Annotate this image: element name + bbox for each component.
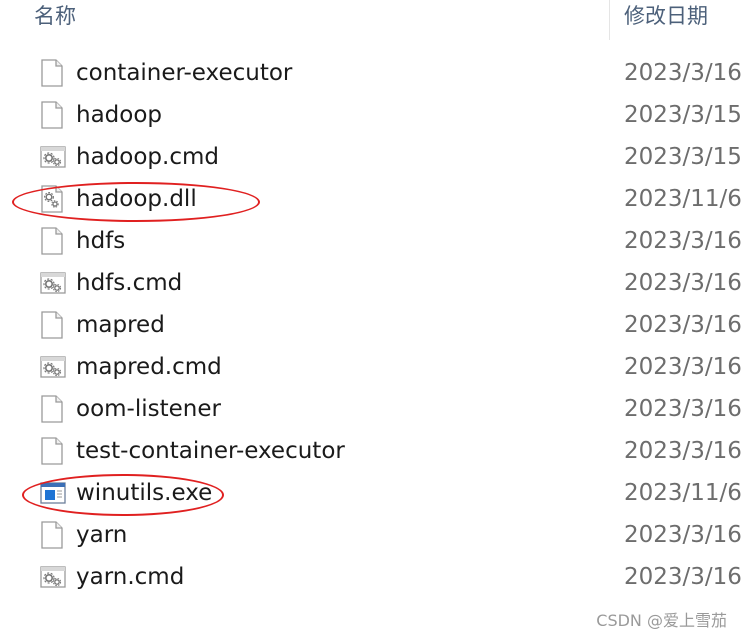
- file-date: 2023/3/16: [624, 354, 741, 380]
- file-date: 2023/11/6: [624, 186, 741, 212]
- file-row[interactable]: yarn.cmd 2023/3/16: [0, 556, 741, 598]
- file-name: winutils.exe: [76, 480, 213, 506]
- file-row[interactable]: winutils.exe 2023/11/6: [0, 472, 741, 514]
- file-name: hdfs.cmd: [76, 270, 183, 296]
- file-row[interactable]: hdfs 2023/3/16: [0, 220, 741, 262]
- file-row[interactable]: hadoop.cmd 2023/3/15: [0, 136, 741, 178]
- file-date: 2023/3/16: [624, 228, 741, 254]
- blank-file-icon: [40, 101, 64, 129]
- file-row[interactable]: mapred 2023/3/16: [0, 304, 741, 346]
- file-name: hadoop: [76, 102, 163, 128]
- file-row[interactable]: hadoop 2023/3/15: [0, 94, 741, 136]
- blank-file-icon: [40, 395, 64, 423]
- date-modified-column-header[interactable]: 修改日期: [624, 0, 708, 32]
- file-row[interactable]: test-container-executor 2023/3/16: [0, 430, 741, 472]
- file-row[interactable]: container-executor 2023/3/16: [0, 52, 741, 94]
- file-name: hdfs: [76, 228, 126, 254]
- watermark: CSDN @爱上雪茄: [596, 611, 727, 630]
- file-date: 2023/3/16: [624, 438, 741, 464]
- blank-file-icon: [40, 521, 64, 549]
- column-divider[interactable]: [609, 0, 610, 40]
- file-explorer: 名称 修改日期 container-executor 2023/3/16 had…: [0, 0, 741, 637]
- blank-file-icon: [40, 437, 64, 465]
- file-date: 2023/3/16: [624, 522, 741, 548]
- exe-window-icon: [40, 479, 66, 507]
- gear-file-icon: [40, 143, 66, 171]
- file-date: 2023/3/16: [624, 564, 741, 590]
- name-column-header[interactable]: 名称: [34, 0, 76, 32]
- column-header-bar: 名称 修改日期: [0, 0, 741, 40]
- file-row[interactable]: oom-listener 2023/3/16: [0, 388, 741, 430]
- file-name: test-container-executor: [76, 438, 345, 464]
- gear-file-icon: [40, 269, 66, 297]
- file-date: 2023/3/15: [624, 102, 741, 128]
- file-name: oom-listener: [76, 396, 221, 422]
- gear-file-icon: [40, 185, 64, 213]
- file-name: mapred.cmd: [76, 354, 222, 380]
- file-row[interactable]: mapred.cmd 2023/3/16: [0, 346, 741, 388]
- file-date: 2023/11/6: [624, 480, 741, 506]
- file-date: 2023/3/15: [624, 144, 741, 170]
- file-date: 2023/3/16: [624, 312, 741, 338]
- file-name: hadoop.cmd: [76, 144, 219, 170]
- file-date: 2023/3/16: [624, 60, 741, 86]
- file-name: mapred: [76, 312, 165, 338]
- gear-file-icon: [40, 353, 66, 381]
- blank-file-icon: [40, 311, 64, 339]
- file-date: 2023/3/16: [624, 270, 741, 296]
- file-name: container-executor: [76, 60, 293, 86]
- file-name: yarn: [76, 522, 128, 548]
- file-row[interactable]: yarn 2023/3/16: [0, 514, 741, 556]
- file-name: hadoop.dll: [76, 186, 197, 212]
- blank-file-icon: [40, 227, 64, 255]
- file-row[interactable]: hadoop.dll 2023/11/6: [0, 178, 741, 220]
- gear-file-icon: [40, 563, 66, 591]
- file-date: 2023/3/16: [624, 396, 741, 422]
- file-row[interactable]: hdfs.cmd 2023/3/16: [0, 262, 741, 304]
- file-list: container-executor 2023/3/16 hadoop 2023…: [0, 52, 741, 598]
- file-name: yarn.cmd: [76, 564, 185, 590]
- blank-file-icon: [40, 59, 64, 87]
